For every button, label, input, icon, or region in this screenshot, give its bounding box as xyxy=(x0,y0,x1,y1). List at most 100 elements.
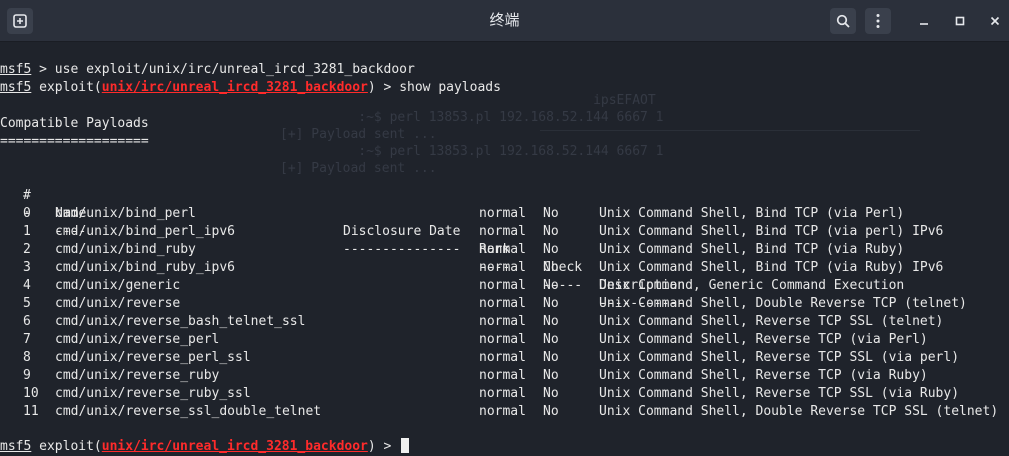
search-icon xyxy=(836,14,850,28)
cell-check: No xyxy=(543,350,559,365)
cell-num: 4 xyxy=(23,278,31,293)
cell-num: 9 xyxy=(23,368,31,383)
cell-rank: normal xyxy=(479,206,526,221)
cell-check: No xyxy=(543,206,559,221)
table-row: 0 cmd/unix/bind_perl normal No Unix Command … xyxy=(0,205,1009,223)
cell-check: No xyxy=(543,260,559,275)
minimize-icon xyxy=(920,23,928,25)
cell-name: cmd/unix/reverse_perl xyxy=(55,332,220,347)
cell-desc: Unix Command Shell, Double Reverse TCP (… xyxy=(599,296,967,311)
msf-prompt: msf5 xyxy=(0,62,32,77)
cell-desc: Unix Command Shell, Reverse TCP (via Per… xyxy=(599,332,928,347)
cell-desc: Unix Command Shell, Reverse TCP SSL (tel… xyxy=(599,314,944,329)
cell-check: No xyxy=(543,242,559,257)
cell-check: No xyxy=(543,404,559,419)
cell-num: 3 xyxy=(23,260,31,275)
cell-check: No xyxy=(543,332,559,347)
cell-name: cmd/unix/bind_perl_ipv6 xyxy=(55,224,236,239)
maximize-icon xyxy=(955,16,965,26)
table-row: 11 cmd/unix/reverse_ssl_double_telnet norm… xyxy=(0,403,1009,421)
cell-name: cmd/unix/reverse_bash_telnet_ssl xyxy=(55,314,306,329)
command-line-prompt[interactable]: msf5 exploit(unix/irc/unreal_ircd_3281_b… xyxy=(0,438,410,456)
title-bar: 终端 xyxy=(0,0,1009,42)
window-title: 终端 xyxy=(489,11,520,29)
cell-rank: normal xyxy=(479,260,526,275)
command-text: show payloads xyxy=(399,80,501,95)
terminal-output[interactable]: ipsEFAOT :~$ perl 13853.pl 192.168.52.14… xyxy=(0,42,1009,456)
cell-num: 0 xyxy=(23,206,31,221)
maximize-button[interactable] xyxy=(948,9,972,33)
module-name: unix/irc/unreal_ircd_3281_backdoor xyxy=(101,439,368,454)
cell-rank: normal xyxy=(479,224,526,239)
cell-desc: Unix Command Shell, Bind TCP (via perl) … xyxy=(599,224,944,239)
cell-name: cmd/unix/reverse_perl_ssl xyxy=(55,350,251,365)
cell-num: 7 xyxy=(23,332,31,347)
search-button[interactable] xyxy=(830,8,856,34)
menu-button[interactable] xyxy=(865,8,891,34)
cell-rank: normal xyxy=(479,386,526,401)
table-row: 4 cmd/unix/generic normal No Unix Command, G… xyxy=(0,277,1009,295)
command-line-show: msf5 exploit(unix/irc/unreal_ircd_3281_b… xyxy=(0,80,501,95)
table-row: 6 cmd/unix/reverse_bash_telnet_ssl normal N… xyxy=(0,313,1009,331)
table-header: # Name Disclosure Date Rank Check Descri… xyxy=(0,169,1009,293)
command-text: > use exploit/unix/irc/unreal_ircd_3281_… xyxy=(31,62,415,77)
cell-num: 1 xyxy=(23,224,31,239)
table-row: 3 cmd/unix/bind_ruby_ipv6 normal No Unix Com… xyxy=(0,259,1009,277)
section-heading: Compatible Payloads xyxy=(0,116,149,131)
table-row: 10 cmd/unix/reverse_ruby_ssl normal No Unix … xyxy=(0,385,1009,403)
cell-name: cmd/unix/reverse xyxy=(55,296,181,311)
cell-desc: Unix Command Shell, Reverse TCP SSL (via… xyxy=(599,386,960,401)
cell-rank: normal xyxy=(479,314,526,329)
cell-rank: normal xyxy=(479,242,526,257)
cell-check: No xyxy=(543,368,559,383)
cell-name: cmd/unix/reverse_ssl_double_telnet xyxy=(55,404,322,419)
cell-rank: normal xyxy=(479,332,526,347)
table-row: 7 cmd/unix/reverse_perl normal No Unix Comma… xyxy=(0,331,1009,349)
cell-desc: Unix Command Shell, Bind TCP (via Perl) xyxy=(599,206,905,221)
cell-desc: Unix Command Shell, Bind TCP (via Ruby) xyxy=(599,242,905,257)
cell-name: cmd/unix/bind_ruby_ipv6 xyxy=(55,260,236,275)
cell-num: 5 xyxy=(23,296,31,311)
table-row: 1 cmd/unix/bind_perl_ipv6 normal No Unix Com… xyxy=(0,223,1009,241)
msf-prompt: msf5 xyxy=(0,80,32,95)
cell-name: cmd/unix/bind_perl xyxy=(55,206,196,221)
close-icon xyxy=(990,16,1000,26)
cell-num: 8 xyxy=(23,350,31,365)
cell-check: No xyxy=(543,296,559,311)
menu-kebab-icon xyxy=(876,14,880,28)
cell-desc: Unix Command Shell, Double Reverse TCP S… xyxy=(599,404,999,419)
cell-check: No xyxy=(543,278,559,293)
cell-desc: Unix Command Shell, Reverse TCP SSL (via… xyxy=(599,350,960,365)
cell-check: No xyxy=(543,224,559,239)
cell-rank: normal xyxy=(479,368,526,383)
cell-desc: Unix Command, Generic Command Execution xyxy=(599,278,905,293)
cell-rank: normal xyxy=(479,278,526,293)
cell-check: No xyxy=(543,314,559,329)
cell-num: 10 xyxy=(23,386,39,401)
cell-num: 6 xyxy=(23,314,31,329)
table-row: 9 cmd/unix/reverse_ruby normal No Unix Comma… xyxy=(0,367,1009,385)
cell-rank: normal xyxy=(479,350,526,365)
cell-name: cmd/unix/bind_ruby xyxy=(55,242,196,257)
ghost-line: :~$ perl 13853.pl 192.168.52.144 6667 1 xyxy=(280,144,664,159)
command-line-use: msf5 > use exploit/unix/irc/unreal_ircd_… xyxy=(0,61,415,79)
module-name: unix/irc/unreal_ircd_3281_backdoor xyxy=(101,80,368,95)
table-row: 2 cmd/unix/bind_ruby normal No Unix Command … xyxy=(0,241,1009,259)
cell-check: No xyxy=(543,386,559,401)
cell-rank: normal xyxy=(479,296,526,311)
table-row: 8 cmd/unix/reverse_perl_ssl normal No Unix C… xyxy=(0,349,1009,367)
background-window-ghost xyxy=(540,100,920,131)
minimize-button[interactable] xyxy=(912,9,936,33)
cell-desc: Unix Command Shell, Reverse TCP (via Rub… xyxy=(599,368,928,383)
section-heading-rule: =================== xyxy=(0,134,149,149)
cell-num: 11 xyxy=(23,404,39,419)
cell-desc: Unix Command Shell, Bind TCP (via Ruby) … xyxy=(599,260,944,275)
table-header-rule: - ---- --------------- ---- ----- ------… xyxy=(23,206,686,311)
cell-name: cmd/unix/generic xyxy=(55,278,181,293)
cell-name: cmd/unix/reverse_ruby_ssl xyxy=(55,386,251,401)
close-button[interactable] xyxy=(983,9,1007,33)
cell-num: 2 xyxy=(23,242,31,257)
msf-prompt: msf5 xyxy=(0,439,32,454)
table-row: 5 cmd/unix/reverse normal No Unix Command Sh… xyxy=(0,295,1009,313)
cell-name: cmd/unix/reverse_ruby xyxy=(55,368,220,383)
